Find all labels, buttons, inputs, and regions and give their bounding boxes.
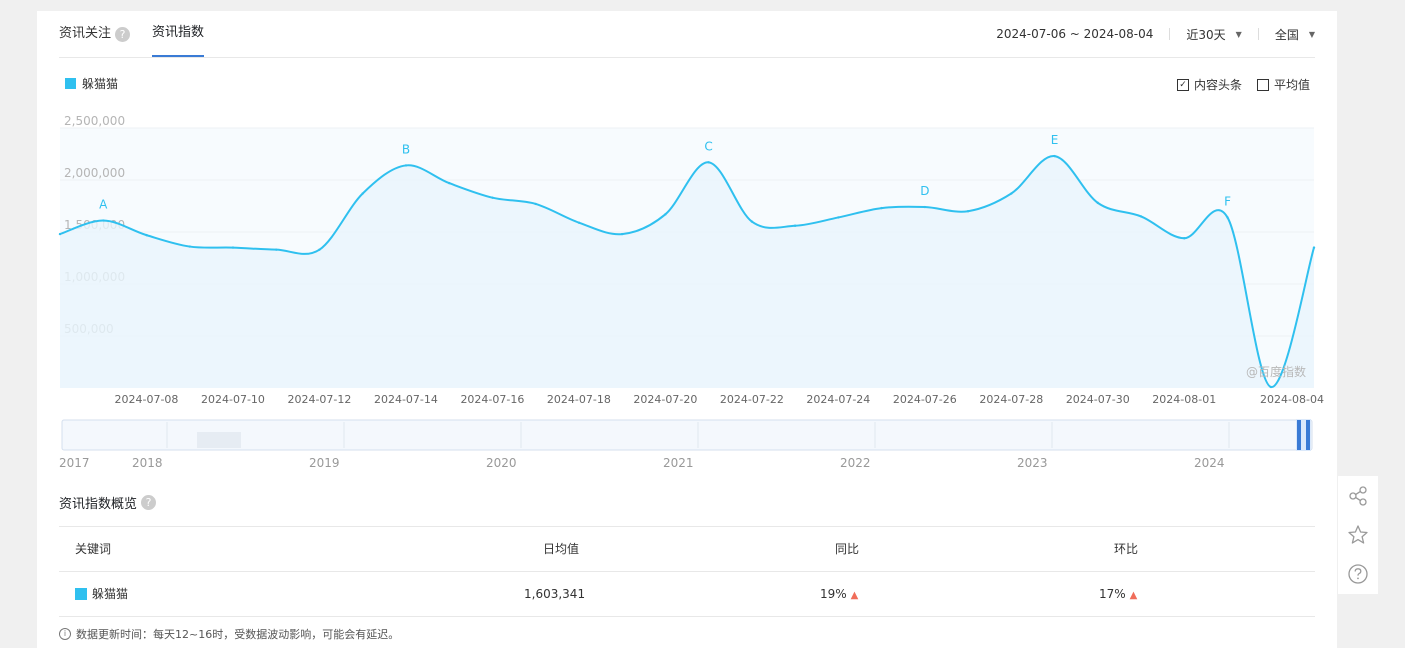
yoy-value: 19% xyxy=(820,587,847,601)
x-tick-label: 2024-07-24 xyxy=(806,393,870,406)
y-tick-label: 2,000,000 xyxy=(64,166,125,180)
timeline-track xyxy=(61,419,1313,451)
data-point xyxy=(275,248,278,251)
x-tick-label: 2024-07-30 xyxy=(1066,393,1130,406)
x-tick-label: 2024-07-08 xyxy=(115,393,179,406)
x-tick-label: 2024-07-22 xyxy=(720,393,784,406)
arrow-up-icon: ▲ xyxy=(850,590,859,601)
keyword-swatch xyxy=(75,588,87,600)
x-tick-label: 2024-07-12 xyxy=(287,393,351,406)
header-daily-avg: 日均值 xyxy=(543,542,580,556)
data-point xyxy=(1010,192,1013,195)
x-tick-label: 2024-07-18 xyxy=(547,393,611,406)
data-point xyxy=(534,202,537,206)
data-point xyxy=(837,216,840,219)
data-point xyxy=(1269,385,1272,389)
annotation-label: E xyxy=(1051,133,1059,147)
data-point xyxy=(491,196,494,199)
x-tick-label: 2024-07-20 xyxy=(633,393,697,406)
header-mom: 环比 xyxy=(1114,542,1139,556)
data-point xyxy=(707,161,710,164)
data-point xyxy=(1139,215,1143,218)
data-point xyxy=(1096,201,1099,205)
data-point xyxy=(923,205,927,209)
data-point xyxy=(620,232,624,236)
annotation-label: C xyxy=(704,139,712,153)
timeline-year-label: 2019 xyxy=(309,456,340,470)
data-point xyxy=(318,248,321,251)
share-icon xyxy=(1349,486,1367,506)
row-mom: 17% ▲ xyxy=(1099,572,1137,616)
mom-value: 17% xyxy=(1099,587,1126,601)
timeline-year-label: 2023 xyxy=(1017,456,1048,470)
help-button[interactable] xyxy=(1338,556,1378,592)
watermark: @百度指数 xyxy=(1246,364,1306,379)
timeline-year-label: 2017 xyxy=(59,456,90,470)
news-index-chart[interactable]: 2,500,0002,000,0001,500,0001,000,000500,… xyxy=(37,11,1337,481)
data-point xyxy=(231,246,235,249)
annotation-label: B xyxy=(402,142,410,156)
main-card: 资讯关注 ? 资讯指数 2024-07-06 ~ 2024-08-04 近30天… xyxy=(37,11,1337,648)
data-point xyxy=(880,206,883,210)
help-icon[interactable]: ? xyxy=(141,495,157,510)
timeline-year-label: 2024 xyxy=(1194,456,1225,470)
side-toolbar xyxy=(1338,476,1378,594)
annotation-label: A xyxy=(99,198,108,212)
x-tick-label: 2024-08-01 xyxy=(1152,393,1216,406)
star-icon xyxy=(1348,525,1368,544)
arrow-up-icon: ▲ xyxy=(1129,590,1138,601)
row-daily-avg: 1,603,341 xyxy=(524,587,586,601)
row-yoy: 19% ▲ xyxy=(820,572,858,616)
data-point xyxy=(58,232,62,236)
timeline-sparkline xyxy=(197,432,241,448)
data-point xyxy=(1312,246,1316,249)
data-point xyxy=(793,224,797,227)
table-row: 躲猫猫 1,603,341 19% ▲ 17% ▲ xyxy=(59,572,1315,617)
header-keyword: 关键词 xyxy=(75,542,112,556)
overview-title: 资讯指数概览 ? xyxy=(59,493,157,512)
timeline-year-label: 2020 xyxy=(486,456,517,470)
header-yoy: 同比 xyxy=(835,542,860,556)
x-tick-label: 2024-07-16 xyxy=(460,393,524,406)
share-button[interactable] xyxy=(1338,478,1378,514)
x-tick-label: 2024-07-14 xyxy=(374,393,438,406)
x-tick-label: 2024-07-10 xyxy=(201,393,265,406)
x-tick-label: 2024-08-04 xyxy=(1260,393,1324,406)
data-point xyxy=(750,220,754,223)
y-tick-label: 2,500,000 xyxy=(64,114,125,128)
data-point xyxy=(102,219,105,222)
data-point xyxy=(664,213,667,216)
update-note: i 数据更新时间：每天12~16时，受数据波动影响，可能会有延迟。 xyxy=(59,626,399,642)
data-point xyxy=(404,164,408,167)
data-point xyxy=(145,233,148,237)
timeline-year-label: 2018 xyxy=(132,456,163,470)
question-icon xyxy=(1348,564,1368,584)
keyword-text: 躲猫猫 xyxy=(92,587,129,601)
timeline-handle-left[interactable] xyxy=(1297,420,1301,450)
data-point xyxy=(1183,237,1186,240)
timeline-year-label: 2021 xyxy=(663,456,694,470)
data-point xyxy=(447,181,451,185)
favorite-button[interactable] xyxy=(1338,517,1378,553)
overview-title-text: 资讯指数概览 xyxy=(59,497,138,512)
data-point xyxy=(966,210,970,213)
data-point xyxy=(1053,154,1056,158)
timeline-year-label: 2022 xyxy=(840,456,871,470)
annotation-label: F xyxy=(1224,194,1231,208)
update-note-text: 数据更新时间：每天12~16时，受数据波动影响，可能会有延迟。 xyxy=(76,628,400,641)
table-header: 关键词 日均值 同比 环比 xyxy=(59,526,1315,572)
x-tick-label: 2024-07-26 xyxy=(893,393,957,406)
data-point xyxy=(361,192,364,195)
timeline-handle-right[interactable] xyxy=(1306,420,1310,450)
x-tick-label: 2024-07-28 xyxy=(979,393,1043,406)
overview-table: 关键词 日均值 同比 环比 躲猫猫 1,603,341 19% ▲ 17% ▲ xyxy=(59,526,1315,617)
annotation-label: D xyxy=(920,184,929,198)
data-point xyxy=(1226,216,1229,219)
data-point xyxy=(188,245,191,248)
row-keyword: 躲猫猫 xyxy=(75,572,128,616)
info-icon: i xyxy=(59,628,71,640)
data-point xyxy=(577,221,581,224)
